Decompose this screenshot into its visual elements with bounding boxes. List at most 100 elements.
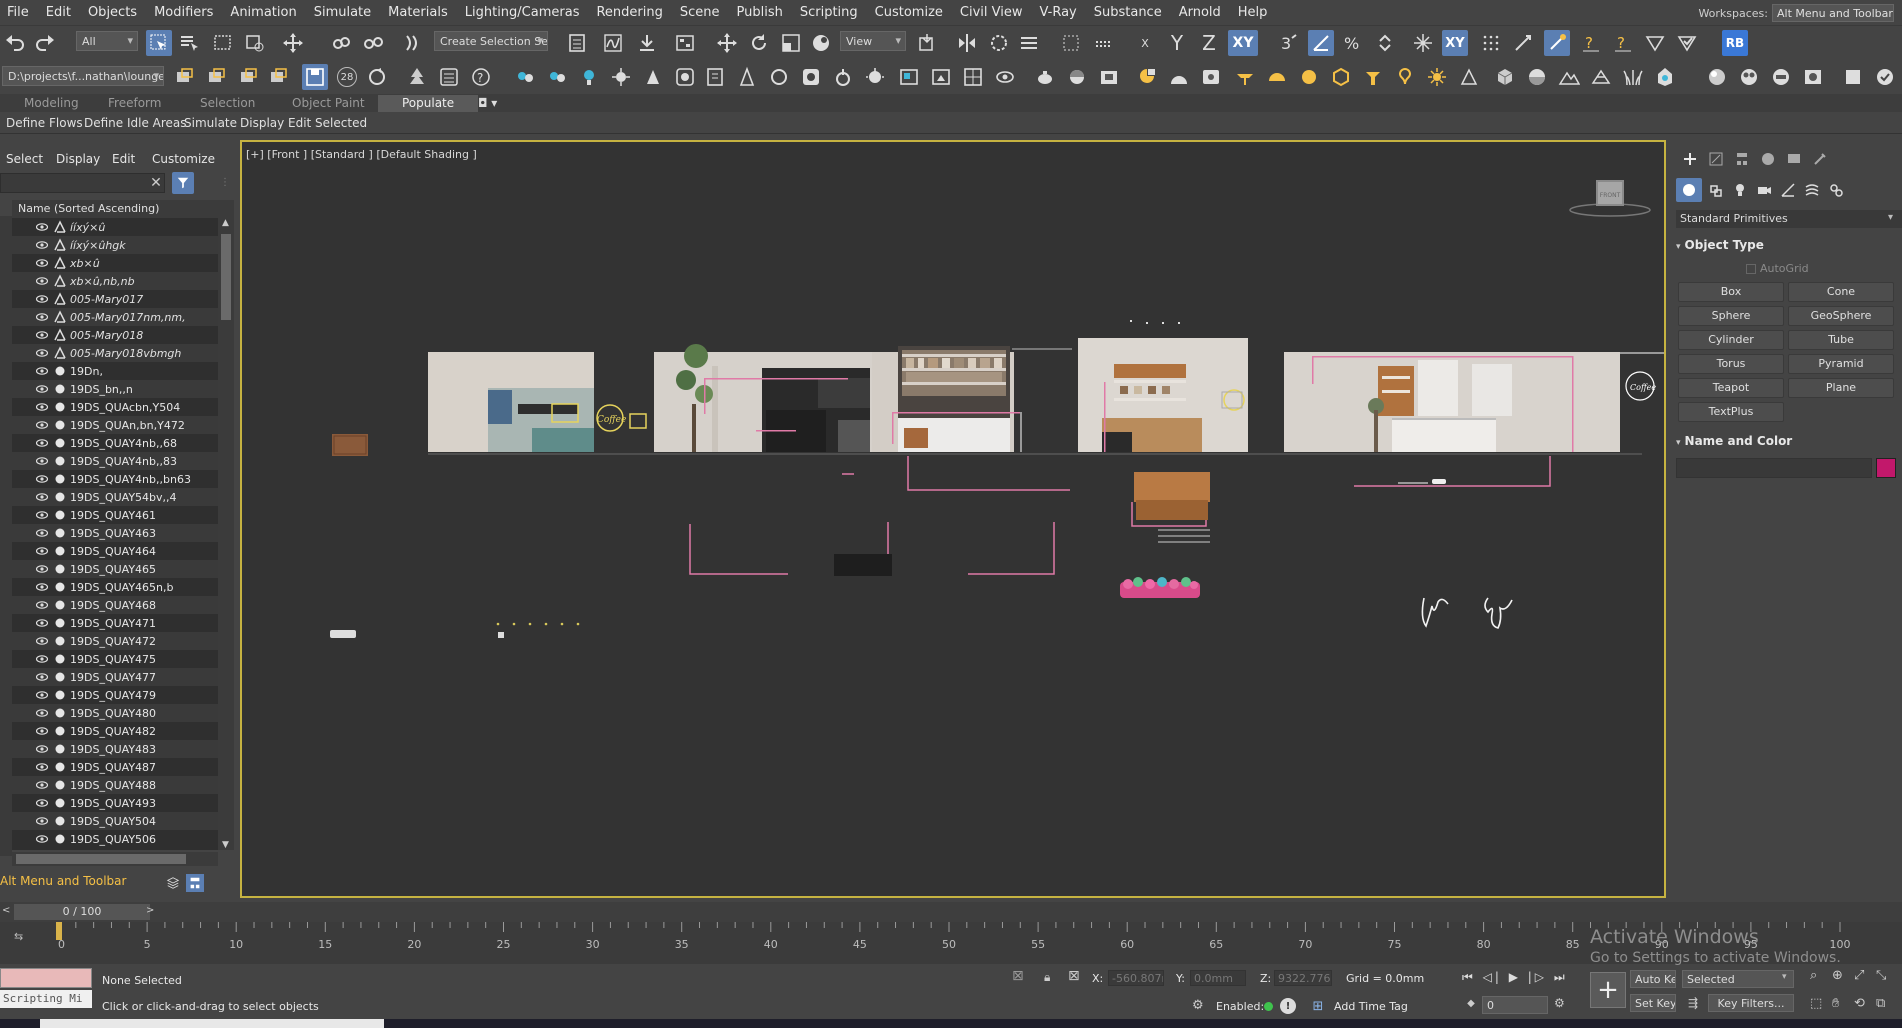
list-item[interactable]: xb×û	[12, 254, 218, 272]
time-config-icon[interactable]: ⚙	[1554, 996, 1565, 1010]
grid-dots-icon[interactable]	[1478, 30, 1504, 56]
list-item[interactable]: ííxý×ûhgk	[12, 236, 218, 254]
material-editor-icon[interactable]	[1064, 64, 1090, 90]
axis-y-icon[interactable]: Y	[1164, 30, 1190, 56]
list-item[interactable]: 005-Mary017	[12, 290, 218, 308]
list-item[interactable]: 19DS_QUAY464	[12, 542, 218, 560]
arnold-sphere-icon[interactable]	[1296, 64, 1322, 90]
explorer-workspace-select[interactable]: Alt Menu and Toolbar	[0, 874, 160, 892]
viewport-scene[interactable]: FRONT Coffee Coffee	[242, 142, 1664, 896]
visibility-eye-icon[interactable]	[36, 455, 48, 467]
helpers-category-icon[interactable]	[1776, 178, 1800, 202]
pivot-center-icon[interactable]	[914, 30, 940, 56]
snaps-toggle-icon[interactable]	[1090, 30, 1116, 56]
link-path-icon[interactable]	[1642, 30, 1668, 56]
vray-proxy-icon[interactable]	[672, 64, 698, 90]
ribbon-options-icon[interactable]: ◘ ▾	[478, 96, 497, 110]
scene-search-input[interactable]	[0, 173, 165, 193]
list-item[interactable]: 005-Mary017nm,nm,	[12, 308, 218, 326]
visibility-eye-icon[interactable]	[36, 635, 48, 647]
list-item[interactable]: xb×û,nb,nb	[12, 272, 218, 290]
list-item[interactable]: 19DS_QUAY482	[12, 722, 218, 740]
list-item[interactable]: 19DS_QUAcbn,Y504	[12, 398, 218, 416]
zoom-all-icon[interactable]: ⊕	[1832, 968, 1854, 990]
list-item[interactable]: 19DS_QUAY465n,b	[12, 578, 218, 596]
visibility-eye-icon[interactable]	[36, 221, 48, 233]
material-assign-icon[interactable]	[1768, 64, 1794, 90]
visibility-eye-icon[interactable]	[36, 383, 48, 395]
menu-arnold[interactable]: Arnold	[1172, 5, 1231, 20]
menu-help[interactable]: Help	[1231, 5, 1278, 20]
menu-file[interactable]: File	[0, 5, 39, 20]
layer-move-icon[interactable]	[236, 64, 262, 90]
visibility-eye-icon[interactable]	[36, 653, 48, 665]
vray-dome-icon[interactable]	[608, 64, 634, 90]
visibility-eye-icon[interactable]	[36, 419, 48, 431]
forest-pack-icon[interactable]	[1652, 64, 1678, 90]
reference-coordinate-dropdown[interactable]: View	[840, 31, 906, 51]
arnold-photometric-icon[interactable]	[1392, 64, 1418, 90]
maxscript-mini-input[interactable]: Scripting Mi	[0, 990, 92, 1008]
visibility-eye-icon[interactable]	[36, 743, 48, 755]
grass-icon[interactable]	[1620, 64, 1646, 90]
menu-scripting[interactable]: Scripting	[793, 5, 868, 20]
arnold-skydome-icon[interactable]	[1264, 64, 1290, 90]
display-button[interactable]: Display	[240, 116, 284, 130]
viewport-navigation-controls[interactable]: ⌕ ⊕ ⤢ ⤡ ⬚ ✋︎ ⟲ ⧉	[1810, 968, 1900, 1018]
list-item[interactable]: 19DS_QUAY463	[12, 524, 218, 542]
render-activeshade-icon[interactable]	[1198, 64, 1224, 90]
object-color-swatch[interactable]	[1876, 458, 1896, 478]
undo-icon[interactable]	[2, 30, 28, 56]
chevron-down-icon[interactable]: ▾	[1888, 212, 1893, 223]
rb-plugin-icon[interactable]: RB	[1722, 30, 1748, 56]
signature-scribbles[interactable]	[1421, 597, 1513, 629]
pyramid-button[interactable]: Pyramid	[1788, 354, 1894, 374]
vray-frame-buffer-icon[interactable]	[928, 64, 954, 90]
cube-icon[interactable]	[1492, 64, 1518, 90]
fov-icon[interactable]: ⬚	[1810, 996, 1832, 1018]
elevation-section-1[interactable]: Coffee	[428, 352, 652, 455]
menu-rendering[interactable]: Rendering	[589, 5, 672, 20]
textplus-button[interactable]: TextPlus	[1678, 402, 1784, 422]
lights-category-icon[interactable]	[1728, 178, 1752, 202]
slider-next-icon[interactable]: >	[146, 905, 154, 916]
visibility-eye-icon[interactable]	[36, 509, 48, 521]
visibility-eye-icon[interactable]	[36, 563, 48, 575]
vray-mesh-icon[interactable]	[702, 64, 728, 90]
simulate-button[interactable]: Simulate	[184, 116, 237, 130]
help-circle-icon[interactable]: ?	[468, 64, 494, 90]
tab-populate[interactable]: Populate	[378, 95, 479, 112]
panel-grip-icon[interactable]: ⋮	[220, 174, 230, 192]
tab-modeling[interactable]: Modeling	[24, 96, 79, 110]
select-object-icon[interactable]	[146, 30, 172, 56]
curve-editor-icon[interactable]	[600, 30, 626, 56]
list-item[interactable]: 19DS_QUAY461	[12, 506, 218, 524]
spinner-snap-icon[interactable]	[1372, 30, 1398, 56]
visibility-eye-icon[interactable]	[36, 779, 48, 791]
visibility-eye-icon[interactable]	[36, 275, 48, 287]
vray-ies-icon[interactable]	[544, 64, 570, 90]
visibility-eye-icon[interactable]	[36, 257, 48, 269]
axis-z-icon[interactable]: Z	[1196, 30, 1222, 56]
selection-filter-dropdown[interactable]: All	[76, 31, 138, 51]
layer-props-icon[interactable]	[266, 64, 292, 90]
track-bar-menu-icon[interactable]: ⇆	[14, 930, 23, 943]
define-flows-button[interactable]: Define Flows	[6, 116, 83, 130]
teapot-button[interactable]: Teapot	[1678, 378, 1784, 398]
absolute-mode-icon[interactable]: ⊠	[1068, 968, 1086, 986]
geosphere-button[interactable]: GeoSphere	[1788, 306, 1894, 326]
link-grid-icon[interactable]	[1588, 64, 1614, 90]
visibility-eye-icon[interactable]	[36, 815, 48, 827]
edit-selected-button[interactable]: Edit Selected	[288, 116, 367, 130]
geometry-category-icon[interactable]	[1676, 178, 1702, 202]
create-tab-icon[interactable]	[1678, 148, 1702, 170]
list-item[interactable]: ííxý×û	[12, 218, 218, 236]
menu-materials[interactable]: Materials	[381, 5, 458, 20]
playback-controls[interactable]: ⏮ ◁| ▶ |▷ ⏭	[1462, 970, 1582, 984]
se-menu-display[interactable]: Display	[56, 152, 100, 166]
primitive-category-dropdown[interactable]: Standard Primitives	[1676, 210, 1902, 228]
wood-panel[interactable]	[332, 434, 368, 456]
mirror-icon[interactable]	[954, 30, 980, 56]
viewport-front[interactable]: FRONT Coffee Coffee [+] [Front] [Standa…	[240, 140, 1666, 898]
visibility-eye-icon[interactable]	[36, 671, 48, 683]
